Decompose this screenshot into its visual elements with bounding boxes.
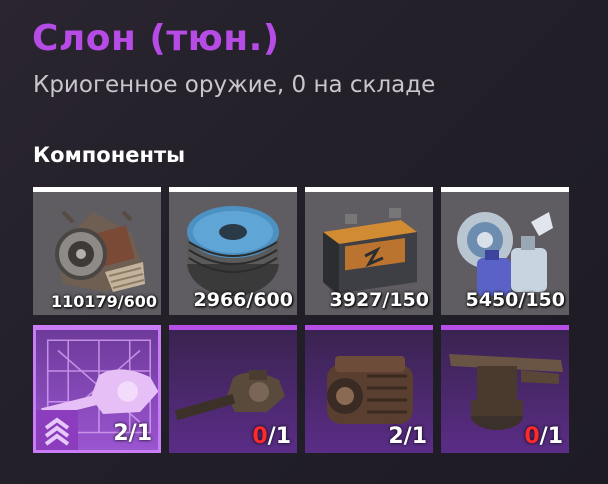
components-heading: Компоненты — [33, 143, 186, 167]
part-have: 0 — [524, 424, 540, 449]
resource-count: 3927/150 — [329, 289, 429, 311]
part-count: 2/1 — [113, 421, 152, 446]
part-sep: / — [403, 424, 412, 449]
part-need: 1 — [275, 424, 291, 449]
part-need: 1 — [411, 424, 427, 449]
part-tile-turret-blueprint[interactable]: 2/1 — [33, 325, 161, 453]
part-count: 0/1 — [252, 424, 291, 449]
part-count: 2/1 — [388, 424, 427, 449]
part-have: 2 — [113, 421, 129, 446]
part-have: 0 — [252, 424, 268, 449]
part-count: 0/1 — [524, 424, 563, 449]
resource-count: 2966/600 — [193, 289, 293, 311]
part-sep: / — [539, 424, 548, 449]
resource-tile-plastic[interactable]: 5450/150 — [441, 187, 569, 315]
item-subtitle: Криогенное оружие, 0 на складе — [33, 72, 436, 98]
part-sep: / — [128, 421, 137, 446]
part-have: 2 — [388, 424, 404, 449]
part-need: 1 — [547, 424, 563, 449]
upgrade-rank-icon — [36, 410, 78, 450]
item-title: Слон (тюн.) — [32, 18, 280, 59]
part-need: 1 — [136, 421, 152, 446]
resource-count: 110179/600 — [50, 292, 157, 311]
resource-tile-scrap[interactable]: 110179/600 — [33, 187, 161, 315]
part-sep: / — [267, 424, 276, 449]
part-tile-tank-turret[interactable]: 0/1 — [169, 325, 297, 453]
resource-tile-battery[interactable]: 3927/150 — [305, 187, 433, 315]
part-tile-weapon-mount[interactable]: 0/1 — [441, 325, 569, 453]
components-grid: 110179/600 2966/600 3927/150 5450/150 2/… — [33, 187, 569, 453]
part-tile-engine[interactable]: 2/1 — [305, 325, 433, 453]
resource-tile-wire[interactable]: 2966/600 — [169, 187, 297, 315]
resource-count: 5450/150 — [465, 289, 565, 311]
